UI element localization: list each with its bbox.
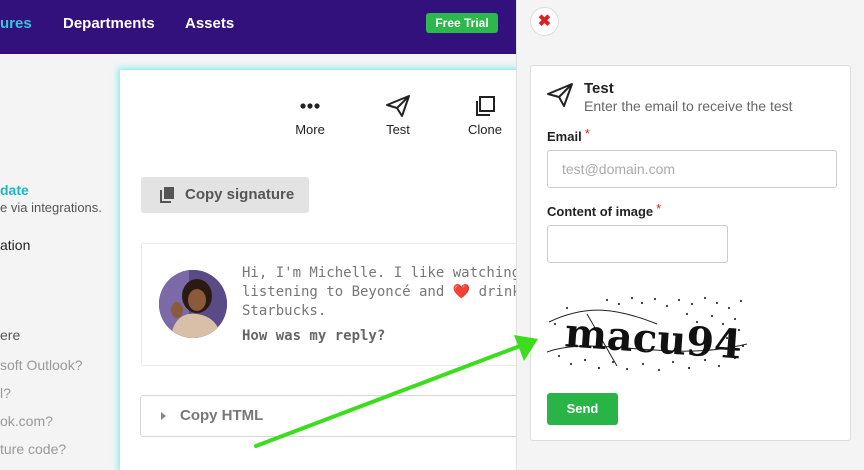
app-root: ures Departments Assets Free Trial date …: [0, 0, 864, 470]
annotation-arrow: [254, 335, 538, 448]
